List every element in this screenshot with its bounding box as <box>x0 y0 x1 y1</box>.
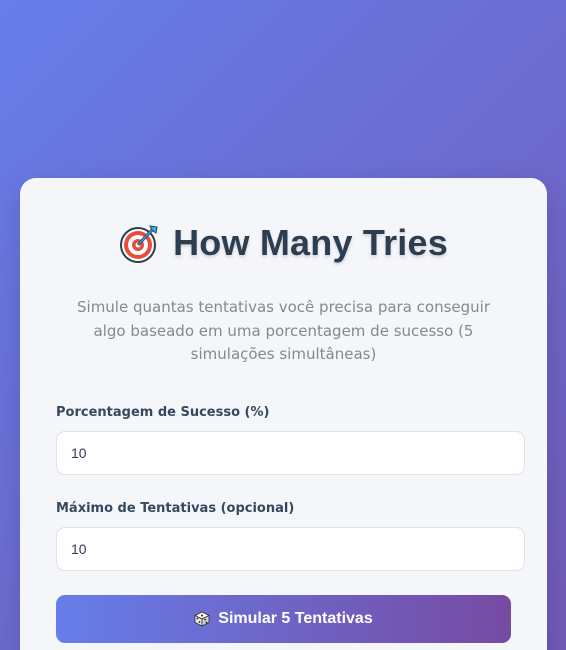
max-tries-label: Máximo de Tentativas (opcional) <box>56 501 295 516</box>
target-icon <box>119 223 159 263</box>
page-title: How Many Tries <box>173 222 448 263</box>
dice-icon <box>194 611 211 627</box>
title-row: How Many Tries <box>20 222 547 264</box>
max-tries-input[interactable] <box>56 527 525 571</box>
simulate-button-label: Simular 5 Tentativas <box>218 610 373 627</box>
page-subtitle: Simule quantas tentativas você precisa p… <box>77 298 490 363</box>
success-percentage-label: Porcentagem de Sucesso (%) <box>56 405 270 420</box>
simulate-button[interactable]: Simular 5 Tentativas <box>56 595 511 643</box>
success-percentage-input[interactable] <box>56 431 525 475</box>
simulator-card: How Many Tries Simule quantas tentativas… <box>20 178 547 650</box>
